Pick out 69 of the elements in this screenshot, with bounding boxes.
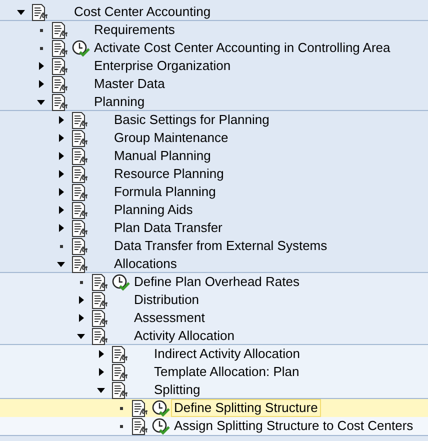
folder-node[interactable]: Formula Planning: [111, 183, 219, 201]
activity-node[interactable]: Activate Cost Center Accounting in Controlling Area: [91, 39, 394, 57]
folder-node[interactable]: Resource Planning: [111, 165, 227, 183]
folder-node[interactable]: Planning: [91, 93, 148, 111]
document-icon: [91, 310, 108, 326]
document-icon: [91, 292, 108, 308]
expand-arrow-icon[interactable]: [98, 350, 104, 358]
folder-node[interactable]: Splitting: [151, 381, 204, 399]
folder-node[interactable]: Enterprise Organization: [91, 57, 234, 75]
document-icon: [51, 94, 68, 110]
document-icon: [71, 184, 88, 200]
expand-arrow-icon[interactable]: [58, 152, 64, 160]
expand-arrow-icon[interactable]: [58, 224, 64, 232]
expand-arrow-icon[interactable]: [38, 80, 44, 88]
folder-node[interactable]: Basic Settings for Planning: [111, 111, 272, 129]
bullet-icon: [120, 424, 122, 428]
expand-arrow-icon[interactable]: [78, 314, 84, 322]
document-icon: [51, 76, 68, 92]
document-icon: [51, 40, 68, 56]
collapse-arrow-icon[interactable]: [37, 100, 45, 104]
folder-node[interactable]: Planning Aids: [111, 201, 196, 219]
expand-arrow-icon[interactable]: [58, 170, 64, 178]
bullet-icon: [120, 406, 122, 410]
document-icon: [111, 364, 128, 380]
activity-node[interactable]: Data Transfer from External Systems: [111, 237, 330, 255]
folder-node[interactable]: Cost Center Accounting: [71, 3, 214, 21]
document-icon: [71, 112, 88, 128]
expand-arrow-icon[interactable]: [38, 62, 44, 70]
folder-node[interactable]: Allocations: [111, 255, 180, 273]
clock-check-icon[interactable]: [152, 418, 170, 434]
document-icon: [51, 22, 68, 38]
expand-arrow-icon[interactable]: [98, 368, 104, 376]
document-icon: [111, 382, 128, 398]
bullet-icon: [40, 46, 42, 50]
folder-node[interactable]: Master Data: [91, 75, 168, 93]
clock-check-icon[interactable]: [112, 274, 130, 290]
document-icon: [71, 238, 88, 254]
document-icon: [71, 256, 88, 272]
activity-node[interactable]: Define Splitting Structure: [171, 399, 321, 417]
document-icon: [111, 346, 128, 362]
expand-arrow-icon[interactable]: [58, 134, 64, 142]
bullet-icon: [60, 244, 62, 248]
collapse-arrow-icon[interactable]: [77, 334, 85, 338]
document-icon: [71, 166, 88, 182]
folder-node[interactable]: Group Maintenance: [111, 129, 232, 147]
expand-arrow-icon[interactable]: [78, 296, 84, 304]
document-icon: [91, 328, 108, 344]
document-icon: [71, 220, 88, 236]
bullet-icon: [80, 280, 82, 284]
document-icon: [51, 58, 68, 74]
folder-node[interactable]: Assessment: [131, 309, 208, 327]
document-icon: [91, 274, 108, 290]
collapse-arrow-icon[interactable]: [97, 388, 105, 392]
folder-node[interactable]: Manual Planning: [111, 147, 214, 165]
document-icon: [71, 130, 88, 146]
clock-check-icon[interactable]: [152, 400, 170, 416]
expand-arrow-icon[interactable]: [58, 188, 64, 196]
folder-node[interactable]: Distribution: [131, 291, 202, 309]
expand-arrow-icon[interactable]: [58, 116, 64, 124]
document-icon: [31, 4, 48, 20]
document-icon: [71, 148, 88, 164]
collapse-arrow-icon[interactable]: [17, 10, 25, 14]
activity-node[interactable]: Requirements: [91, 21, 178, 39]
folder-node[interactable]: Plan Data Transfer: [111, 219, 226, 237]
document-icon: [71, 202, 88, 218]
bullet-icon: [40, 28, 42, 32]
collapse-arrow-icon[interactable]: [57, 262, 65, 266]
expand-arrow-icon[interactable]: [58, 206, 64, 214]
clock-check-icon[interactable]: [72, 40, 90, 56]
